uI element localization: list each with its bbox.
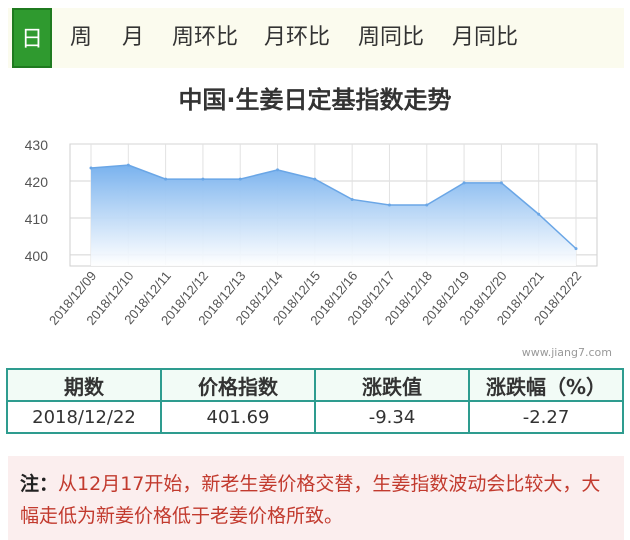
- header-period: 期数: [6, 368, 162, 402]
- data-point: [425, 203, 429, 207]
- note-box: 注：从12月17开始，新老生姜价格交替，生姜指数波动会比较大，大幅走低为新姜价格…: [8, 456, 624, 540]
- data-point: [574, 247, 578, 251]
- period-tab-bar: 日 周 月 周环比 月环比 周同比 月同比: [8, 8, 624, 68]
- site-watermark: www.jiang7.com: [521, 346, 612, 359]
- data-point: [276, 168, 280, 172]
- header-price-index: 价格指数: [160, 368, 316, 402]
- cell-change-value: -9.34: [314, 400, 470, 434]
- tab-week-on-week[interactable]: 周环比: [172, 8, 238, 68]
- y-tick-label: 430: [25, 137, 49, 153]
- data-point: [387, 203, 391, 207]
- data-point: [89, 166, 93, 170]
- y-tick-label: 400: [25, 248, 49, 264]
- data-point: [201, 177, 205, 181]
- cell-price-index: 401.69: [160, 400, 316, 434]
- header-change-percent: 涨跌幅（%）: [468, 368, 624, 402]
- series-area: [91, 165, 576, 266]
- tab-week-year-over-year[interactable]: 周同比: [358, 8, 424, 68]
- cell-period: 2018/12/22: [6, 400, 162, 434]
- summary-header-row: 期数 价格指数 涨跌值 涨跌幅（%）: [6, 368, 624, 402]
- data-point: [126, 163, 130, 167]
- data-point: [238, 177, 242, 181]
- table-row: 2018/12/22 401.69 -9.34 -2.27: [6, 400, 624, 434]
- header-change-value: 涨跌值: [314, 368, 470, 402]
- tab-week[interactable]: 周: [70, 8, 92, 68]
- note-text: 从12月17开始，新老生姜价格交替，生姜指数波动会比较大，大幅走低为新姜价格低于…: [20, 473, 601, 527]
- note-label: 注：: [20, 473, 59, 495]
- data-point: [350, 197, 354, 201]
- data-point: [313, 177, 317, 181]
- data-point: [462, 181, 466, 185]
- index-area-chart: 4004104204302018/12/092018/12/102018/12/…: [25, 137, 598, 328]
- tab-month-on-month[interactable]: 月环比: [264, 8, 330, 68]
- y-tick-label: 410: [25, 211, 49, 227]
- data-point: [164, 177, 168, 181]
- data-point: [499, 181, 503, 185]
- cell-change-percent: -2.27: [468, 400, 624, 434]
- y-tick-label: 420: [25, 174, 49, 190]
- chart-title: 中国·生姜日定基指数走势: [178, 86, 452, 114]
- data-point: [537, 212, 541, 216]
- tab-day[interactable]: 日: [12, 8, 52, 68]
- tab-month[interactable]: 月: [122, 8, 144, 68]
- tab-month-year-over-year[interactable]: 月同比: [452, 8, 518, 68]
- summary-table: 期数 价格指数 涨跌值 涨跌幅（%） 2018/12/22 401.69 -9.…: [6, 368, 624, 434]
